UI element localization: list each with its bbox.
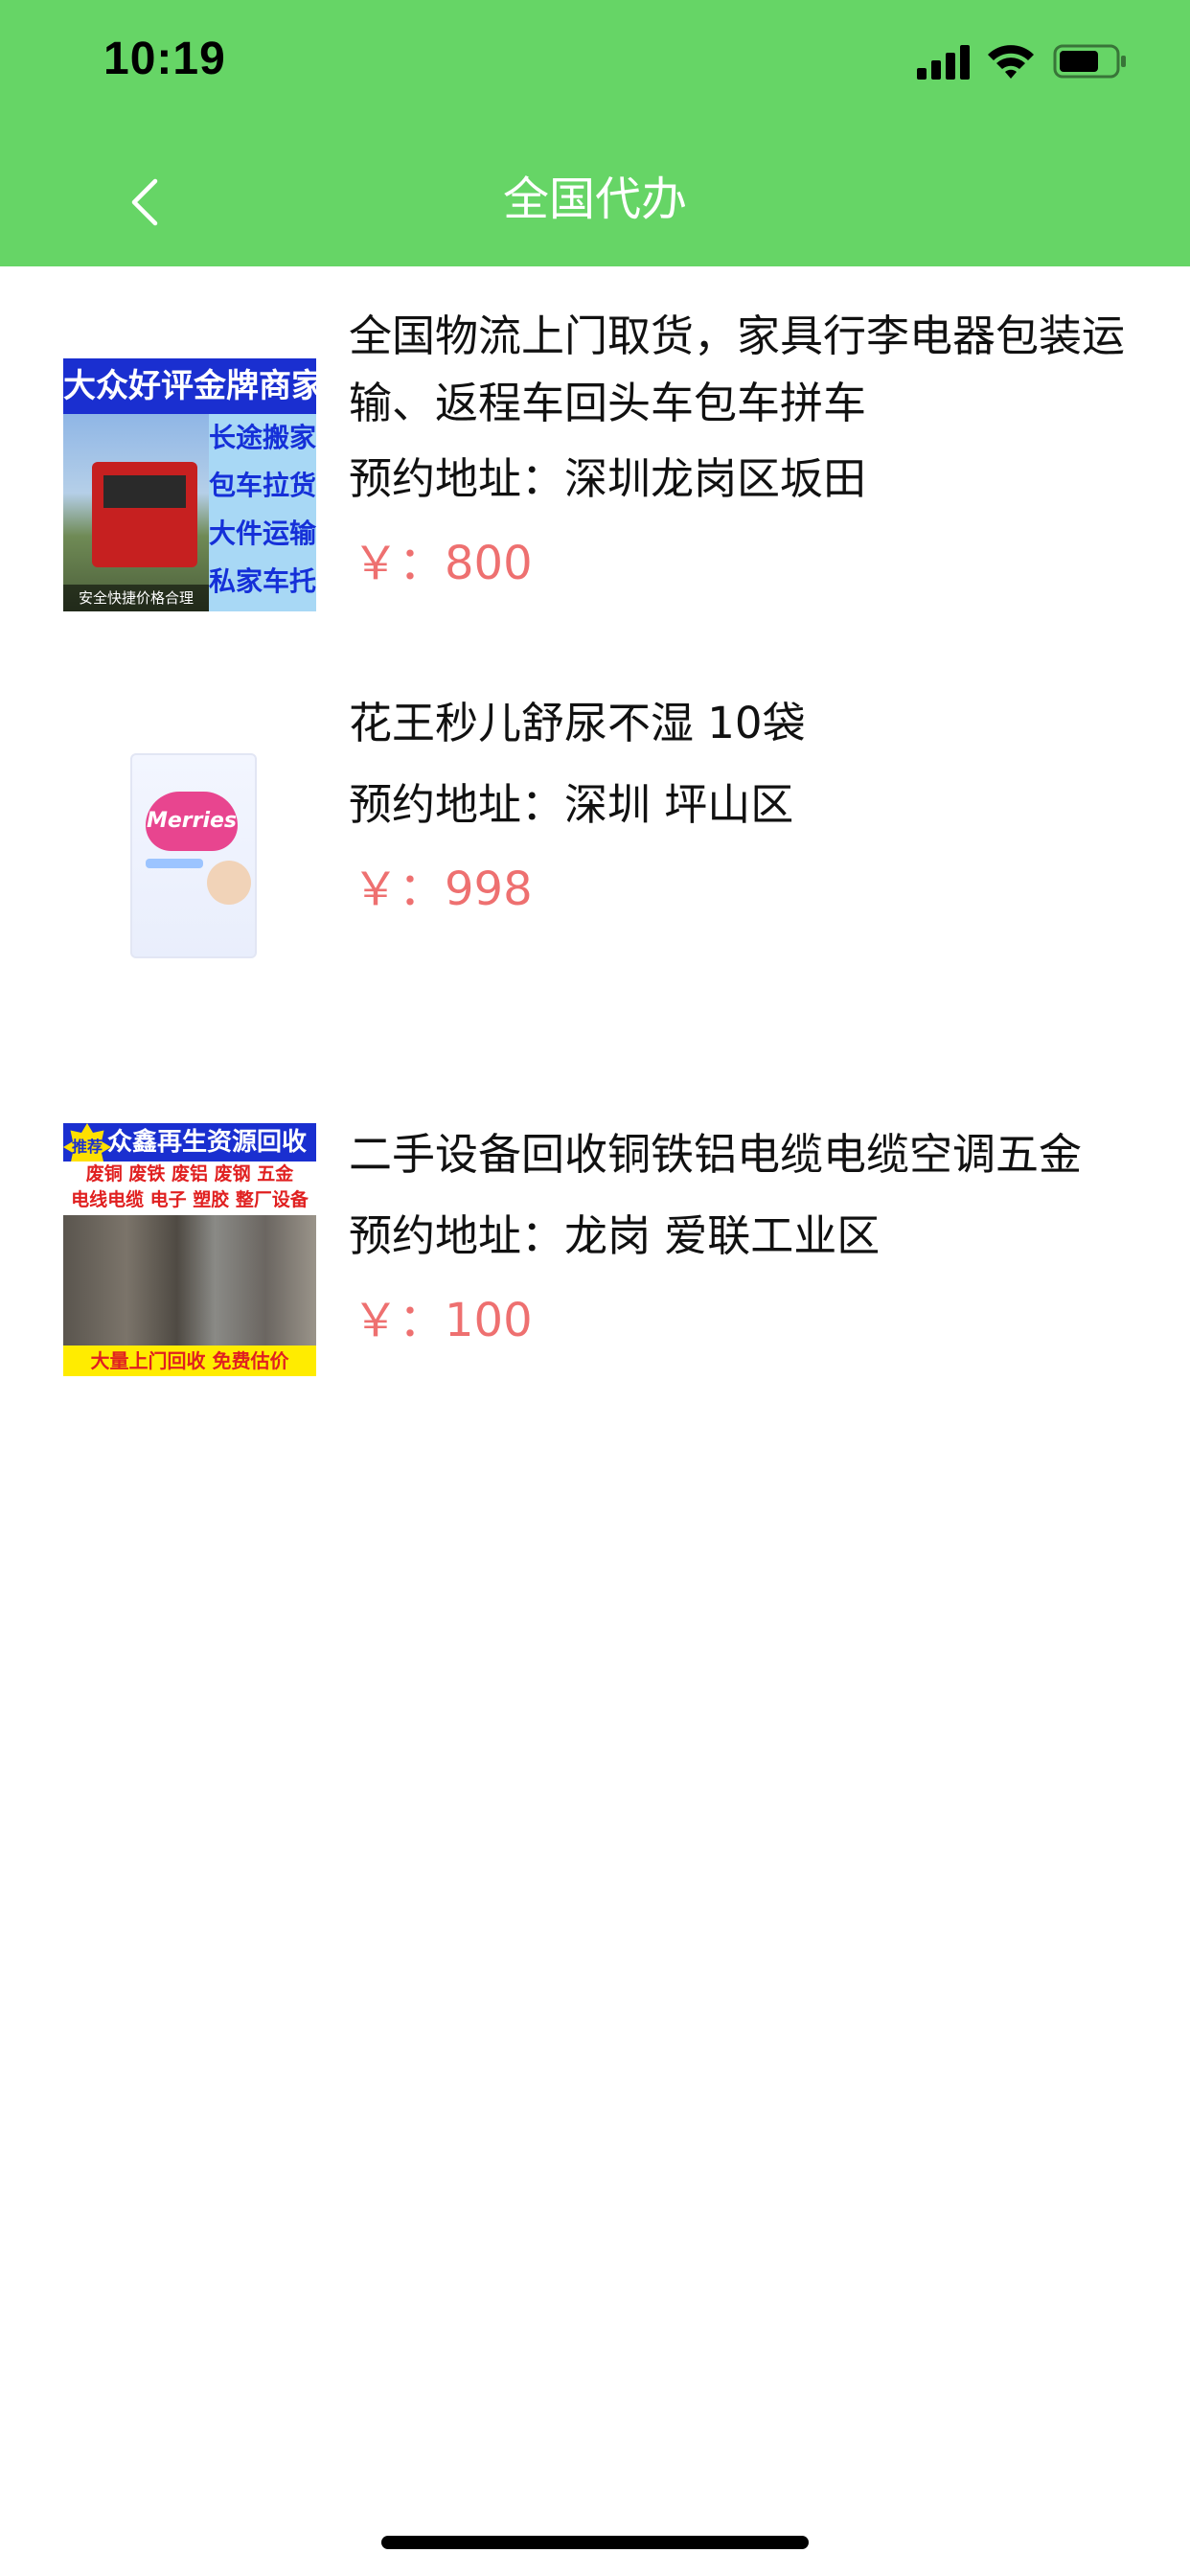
thumbnail-brand: Merries (146, 792, 238, 851)
scrap-metal-image (63, 1215, 316, 1346)
item-address: 预约地址：深圳龙岗区坂田 (349, 453, 867, 504)
thumbnail-side-labels: 长途搬家 包车拉货 大件运输 私家车托运 (209, 414, 316, 611)
list-item[interactable]: 众鑫再生资源回收 推荐 废铜 废铁 废铝 废钢 五金 电线电缆 电子 塑胶 整厂… (0, 1119, 1190, 1407)
status-bar: 10:19 (0, 0, 1190, 132)
back-button[interactable] (115, 159, 182, 240)
item-price: ￥：998 (353, 862, 533, 916)
thumbnail-text: 安全快捷价格合理 (63, 585, 209, 611)
header: 10:19 全国代办 (0, 0, 1190, 266)
item-title: 二手设备回收铜铁铝电缆电缆空调五金 (349, 1129, 1083, 1180)
status-time: 10:19 (103, 34, 226, 84)
signal-icon (917, 45, 970, 80)
item-thumbnail: 众鑫再生资源回收 推荐 废铜 废铁 废铝 废钢 五金 电线电缆 电子 塑胶 整厂… (63, 1123, 316, 1376)
list-item[interactable]: Merries 花王秒儿舒尿不湿 10袋 预约地址：深圳 坪山区 ￥：998 (0, 688, 1190, 976)
diaper-pack-image (130, 753, 257, 958)
battery-icon (1053, 44, 1126, 79)
thumbnail-text: 废铜 废铁 废铝 废钢 五金 电线电缆 电子 塑胶 整厂设备 (63, 1162, 316, 1215)
wifi-icon (988, 45, 1034, 79)
truck-image (63, 414, 209, 611)
item-thumbnail: Merries (63, 717, 316, 970)
chevron-left-icon (131, 178, 158, 226)
item-title: 全国物流上门取货，家具行李电器包装运输、返程车回头车包车拼车 (349, 310, 1126, 428)
item-price: ￥：800 (353, 537, 533, 590)
list-item[interactable]: 大众好评金牌商家 长途搬家 包车拉货 大件运输 私家车托运 安全快捷价格合理 全… (0, 303, 1190, 648)
nav-bar: 全国代办 (0, 132, 1190, 266)
home-indicator[interactable] (381, 2536, 809, 2549)
item-thumbnail: 大众好评金牌商家 长途搬家 包车拉货 大件运输 私家车托运 安全快捷价格合理 (63, 358, 316, 611)
thumbnail-text: 大众好评金牌商家 (63, 358, 316, 414)
thumbnail-text: 大量上门回收 免费估价 (63, 1346, 316, 1376)
item-price: ￥：100 (353, 1294, 533, 1347)
item-address: 预约地址：龙岗 爱联工业区 (349, 1210, 881, 1261)
item-address: 预约地址：深圳 坪山区 (349, 779, 794, 830)
item-title: 花王秒儿舒尿不湿 10袋 (349, 698, 806, 748)
